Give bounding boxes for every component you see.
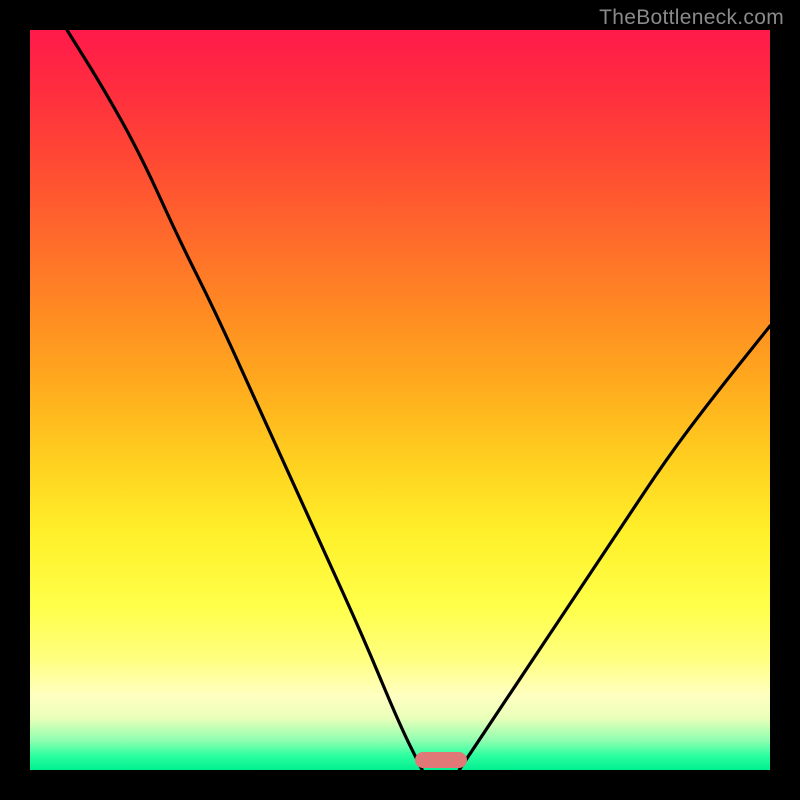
watermark-text: TheBottleneck.com — [599, 6, 784, 30]
curves-svg — [30, 30, 770, 770]
plot-area — [30, 30, 770, 770]
left-curve — [67, 30, 422, 770]
chart-container: TheBottleneck.com — [0, 0, 800, 800]
optimal-marker — [415, 752, 467, 768]
right-curve — [459, 326, 770, 770]
